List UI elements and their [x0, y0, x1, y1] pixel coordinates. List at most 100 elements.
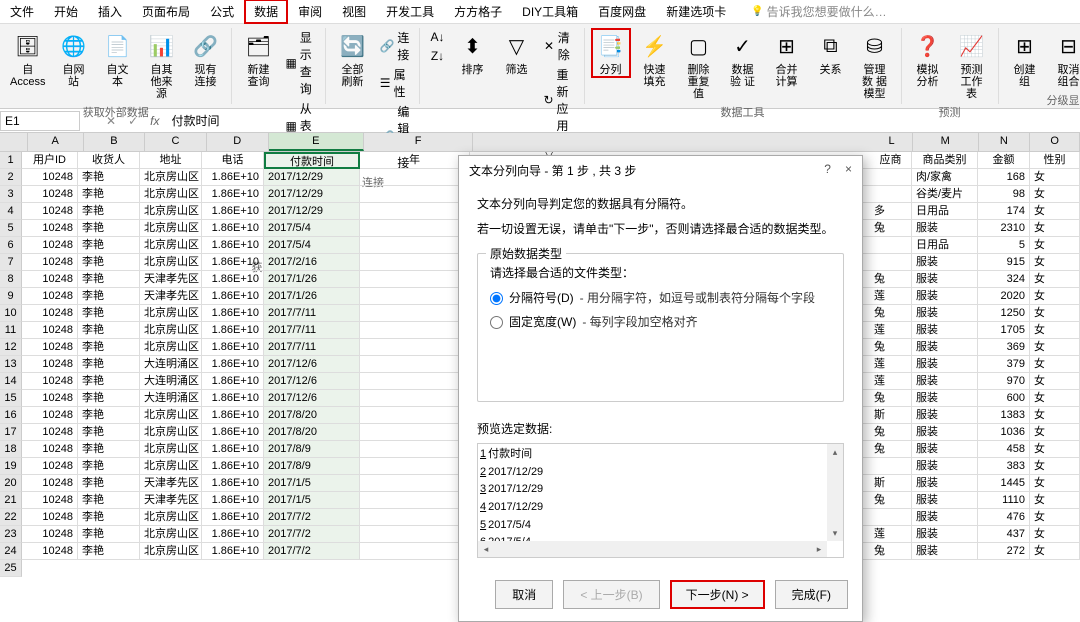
consolidate-button[interactable]: ⊞合并计算 — [767, 28, 807, 90]
cell[interactable]: 10248 — [22, 288, 78, 305]
from-other-button[interactable]: 📊自其他来源 — [141, 28, 181, 102]
row-header[interactable]: 22 — [0, 509, 22, 526]
cell[interactable]: 379 — [978, 356, 1030, 373]
cell[interactable]: 10248 — [22, 424, 78, 441]
cell[interactable]: 1.86E+10 — [202, 475, 264, 492]
cell[interactable]: 2017/7/2 — [264, 526, 360, 543]
cell[interactable]: 女 — [1030, 339, 1080, 356]
cell[interactable]: 多 — [870, 203, 912, 220]
menu-review[interactable]: 审阅 — [288, 0, 332, 24]
hdr-supplier[interactable]: 应商 — [870, 152, 912, 169]
sort-za-button[interactable]: Z↓ — [426, 47, 448, 65]
menu-baidu[interactable]: 百度网盘 — [588, 0, 656, 24]
cell[interactable] — [360, 441, 470, 458]
cell[interactable]: 2310 — [978, 220, 1030, 237]
row-header[interactable]: 23 — [0, 526, 22, 543]
cell[interactable]: 10248 — [22, 475, 78, 492]
cell[interactable]: 北京房山区 — [140, 186, 202, 203]
cell[interactable] — [360, 543, 470, 560]
scroll-left-icon[interactable]: ◂ — [478, 541, 494, 557]
cell[interactable]: 女 — [1030, 203, 1080, 220]
cell[interactable] — [360, 356, 470, 373]
cell[interactable]: 1.86E+10 — [202, 407, 264, 424]
col-header-f[interactable]: F — [364, 133, 473, 151]
fixed-width-radio[interactable] — [490, 316, 503, 329]
cell[interactable]: 李艳 — [78, 288, 140, 305]
cell[interactable]: 女 — [1030, 288, 1080, 305]
cell[interactable]: 女 — [1030, 492, 1080, 509]
row-header[interactable]: 20 — [0, 475, 22, 492]
cell[interactable]: 1.86E+10 — [202, 458, 264, 475]
from-access-button[interactable]: 🗄自 Access — [6, 28, 49, 90]
cell[interactable]: 10248 — [22, 237, 78, 254]
cell[interactable]: 女 — [1030, 526, 1080, 543]
cell[interactable]: 2017/7/11 — [264, 339, 360, 356]
row-header[interactable]: 10 — [0, 305, 22, 322]
cell[interactable]: 肉/家禽 — [912, 169, 978, 186]
whatif-button[interactable]: ❓模拟分析 — [908, 28, 948, 90]
group-button[interactable]: ⊞创建组 — [1005, 28, 1045, 90]
menu-insert[interactable]: 插入 — [88, 0, 132, 24]
cell[interactable]: 10248 — [22, 339, 78, 356]
cell[interactable]: 600 — [978, 390, 1030, 407]
cell[interactable]: 2017/1/26 — [264, 288, 360, 305]
col-header-a[interactable]: A — [28, 133, 84, 151]
hdr-paytime[interactable]: 付款时间 — [264, 152, 360, 169]
cell[interactable]: 服装 — [912, 526, 978, 543]
from-web-button[interactable]: 🌐自网站 — [53, 28, 93, 90]
cell[interactable] — [870, 509, 912, 526]
cell[interactable] — [360, 339, 470, 356]
cell[interactable] — [360, 322, 470, 339]
cell[interactable]: 女 — [1030, 220, 1080, 237]
cell[interactable]: 女 — [1030, 254, 1080, 271]
cell[interactable]: 915 — [978, 254, 1030, 271]
cell[interactable]: 272 — [978, 543, 1030, 560]
cell[interactable] — [870, 237, 912, 254]
cell[interactable]: 李艳 — [78, 526, 140, 543]
cell[interactable]: 1.86E+10 — [202, 424, 264, 441]
cell[interactable] — [360, 509, 470, 526]
cell[interactable]: 服装 — [912, 220, 978, 237]
cell[interactable]: 1.86E+10 — [202, 509, 264, 526]
cell[interactable]: 李艳 — [78, 356, 140, 373]
cell[interactable]: 970 — [978, 373, 1030, 390]
cell[interactable]: 10248 — [22, 441, 78, 458]
data-model-button[interactable]: ⛁管理数 据模型 — [855, 28, 895, 102]
cell[interactable] — [360, 424, 470, 441]
cell[interactable]: 1.86E+10 — [202, 254, 264, 271]
cell[interactable]: 383 — [978, 458, 1030, 475]
row-header[interactable]: 5 — [0, 220, 22, 237]
clear-button[interactable]: ✕清除 — [540, 28, 577, 64]
cell[interactable]: 2017/12/29 — [264, 186, 360, 203]
cell[interactable]: 天津孝先区 — [140, 288, 202, 305]
cell[interactable]: 10248 — [22, 186, 78, 203]
cell[interactable] — [360, 492, 470, 509]
row-header[interactable]: 11 — [0, 322, 22, 339]
cell[interactable]: 1.86E+10 — [202, 339, 264, 356]
cell[interactable]: 李艳 — [78, 322, 140, 339]
forecast-sheet-button[interactable]: 📈预测 工作表 — [952, 28, 992, 102]
cell[interactable]: 天津孝先区 — [140, 475, 202, 492]
text-to-columns-button[interactable]: 📑分列 — [591, 28, 631, 78]
cell[interactable] — [360, 373, 470, 390]
cell[interactable]: 李艳 — [78, 492, 140, 509]
cell[interactable]: 2017/8/9 — [264, 441, 360, 458]
row-header[interactable]: 6 — [0, 237, 22, 254]
menu-ffgz[interactable]: 方方格子 — [444, 0, 512, 24]
preview-scroll-v[interactable]: ▴ ▾ — [827, 444, 843, 541]
cancel-formula-button[interactable]: ✕ — [100, 114, 122, 128]
cell[interactable]: 李艳 — [78, 441, 140, 458]
cell[interactable]: 李艳 — [78, 424, 140, 441]
cell[interactable]: 10248 — [22, 492, 78, 509]
cell[interactable]: 大连明涌区 — [140, 390, 202, 407]
cell[interactable] — [360, 390, 470, 407]
cell[interactable]: 天津孝先区 — [140, 492, 202, 509]
scroll-right-icon[interactable]: ▸ — [811, 541, 827, 557]
cell[interactable]: 兔 — [870, 271, 912, 288]
cell[interactable]: 北京房山区 — [140, 543, 202, 560]
cell[interactable]: 李艳 — [78, 390, 140, 407]
new-query-button[interactable]: 🗂新建 查询 — [238, 28, 278, 90]
cell[interactable]: 北京房山区 — [140, 203, 202, 220]
cell[interactable]: 女 — [1030, 186, 1080, 203]
cell[interactable]: 437 — [978, 526, 1030, 543]
